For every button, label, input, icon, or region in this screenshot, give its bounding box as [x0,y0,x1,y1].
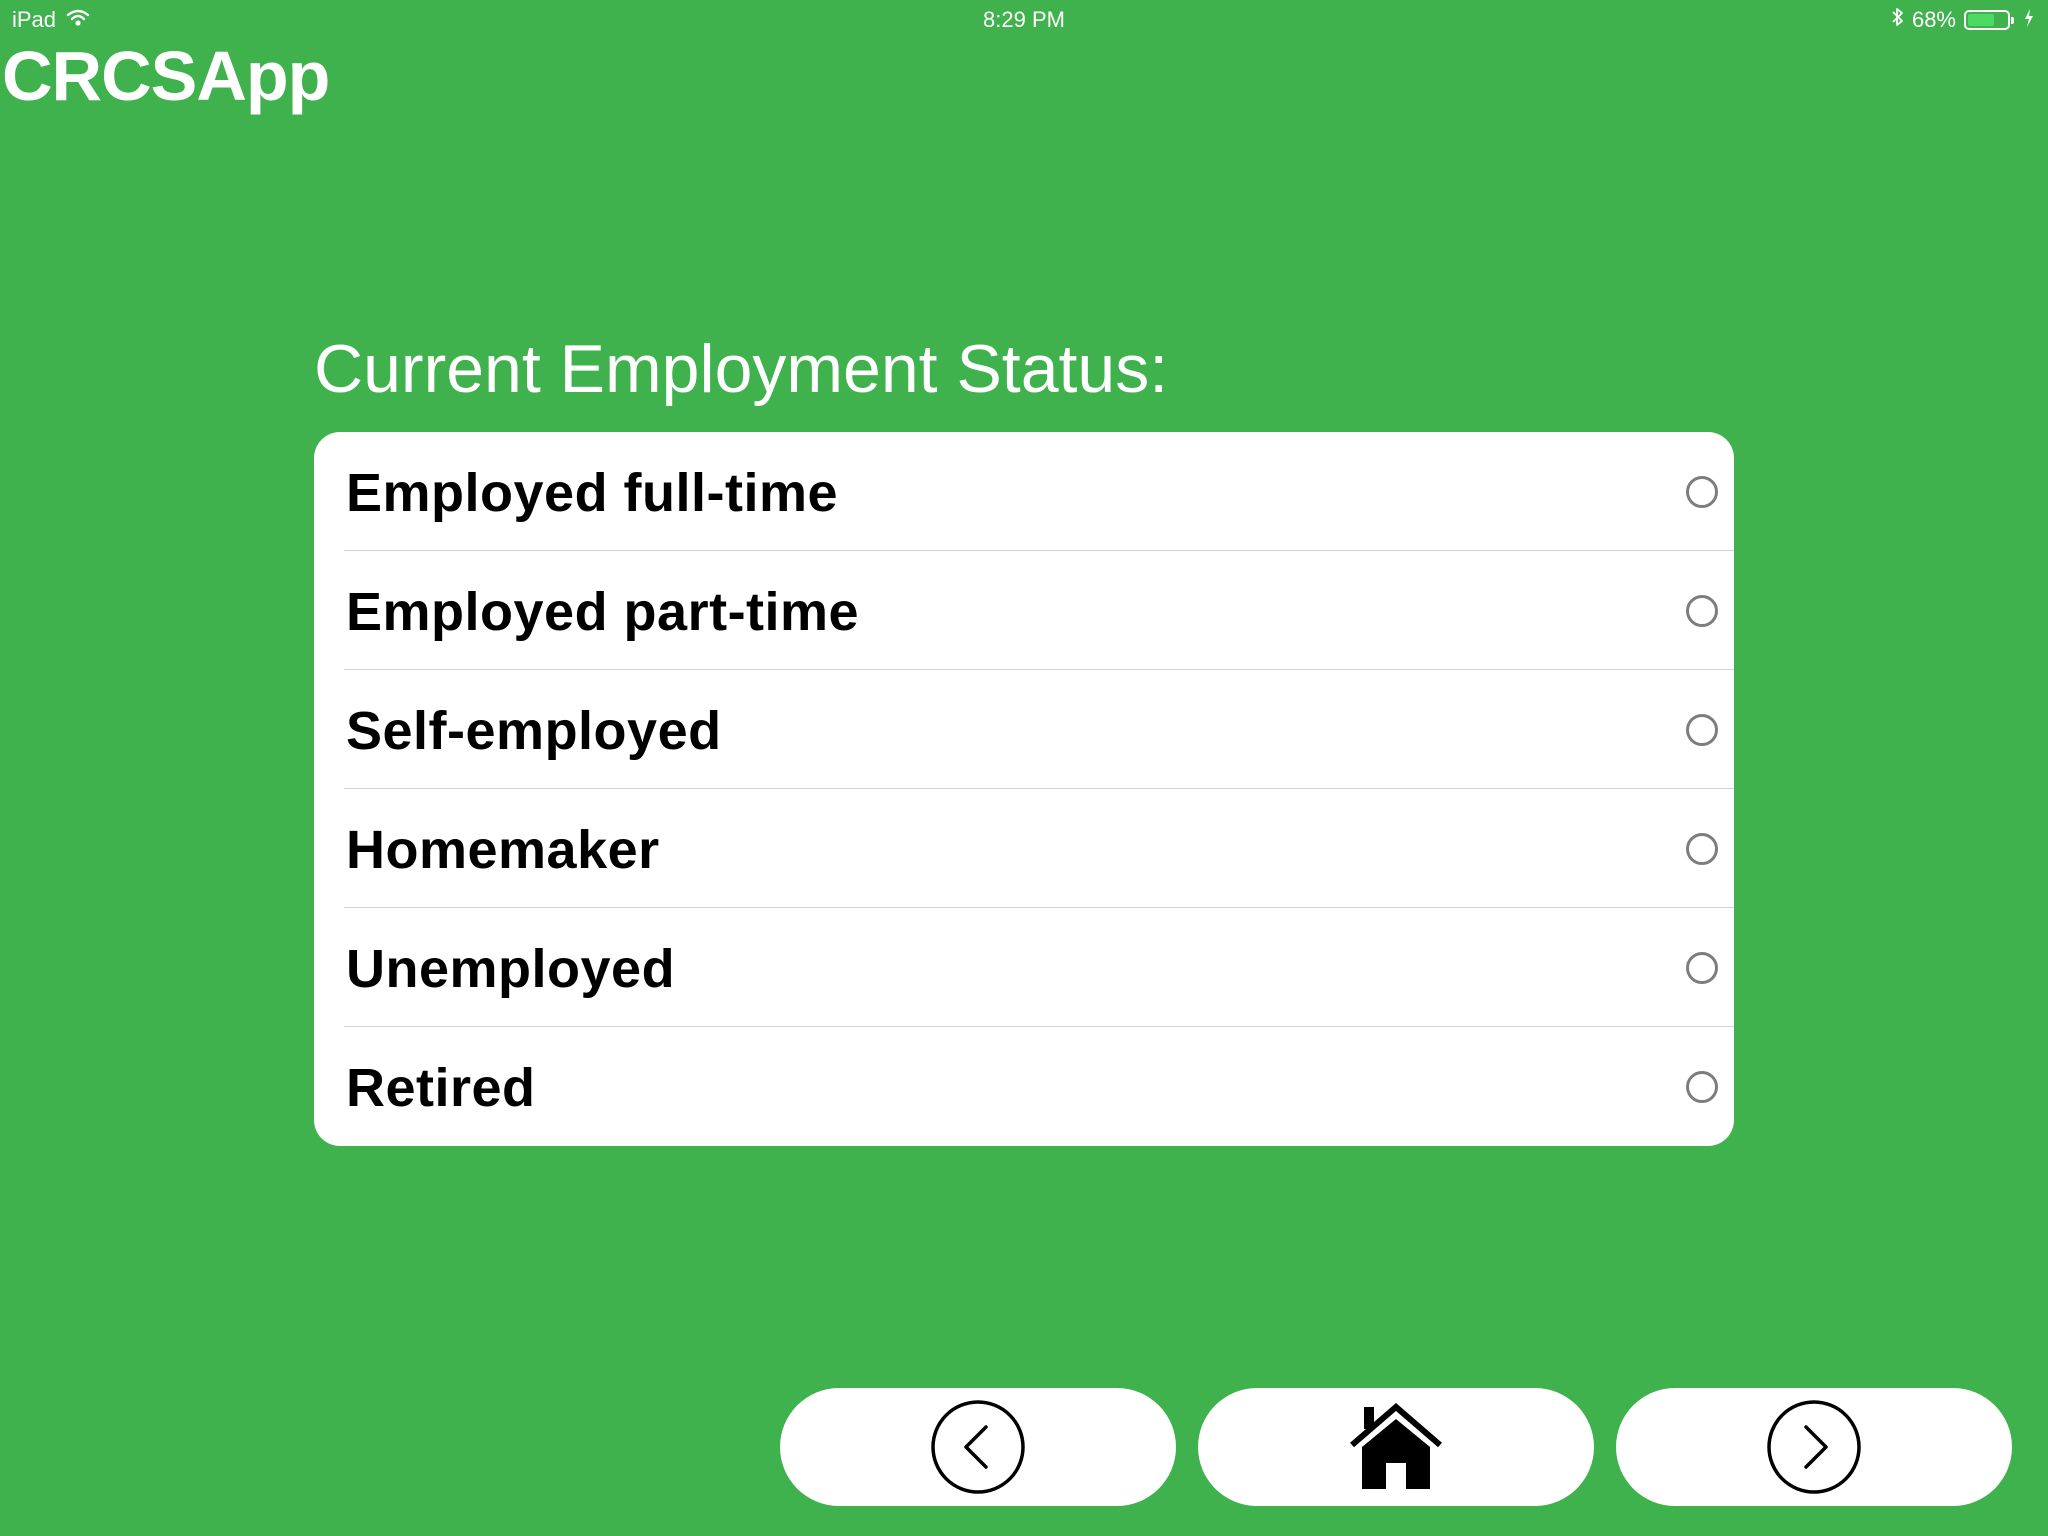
option-label: Unemployed [346,939,676,999]
battery-percent: 68% [1911,7,1956,32]
option-employed-part-time[interactable]: Employed part-time [314,551,1734,670]
status-bar: iPad 8:29 PM 68% [0,0,2048,40]
option-label: Homemaker [346,820,660,880]
forward-button[interactable] [1616,1388,2012,1506]
option-retired[interactable]: Retired [314,1027,1734,1146]
radio-button[interactable] [1686,1071,1718,1103]
question-label: Current Employment Status: [314,331,1169,407]
radio-button[interactable] [1686,476,1718,508]
radio-button[interactable] [1686,833,1718,865]
option-employed-full-time[interactable]: Employed full-time [314,432,1734,551]
back-button[interactable] [780,1388,1176,1506]
status-right: 68% [1892,7,2034,33]
radio-button[interactable] [1686,595,1718,627]
radio-button[interactable] [1686,952,1718,984]
bluetooth-icon [1892,7,1904,33]
forward-icon [1767,1400,1861,1494]
options-card: Employed full-time Employed part-time Se… [314,432,1734,1146]
charging-icon [2024,7,2034,33]
option-label: Self-employed [346,701,722,761]
option-label: Employed full-time [346,463,839,523]
status-time: 8:29 PM [983,7,1065,32]
option-unemployed[interactable]: Unemployed [314,908,1734,1027]
option-label: Employed part-time [346,582,860,642]
app-title: CRCSApp [2,37,330,115]
option-homemaker[interactable]: Homemaker [314,789,1734,908]
option-label: Retired [346,1058,536,1118]
battery-level [1968,14,1994,26]
radio-button[interactable] [1686,714,1718,746]
back-icon [931,1400,1025,1494]
option-self-employed[interactable]: Self-employed [314,670,1734,789]
battery-icon [1964,10,2014,30]
home-button[interactable] [1198,1388,1594,1506]
home-icon [1350,1403,1442,1489]
